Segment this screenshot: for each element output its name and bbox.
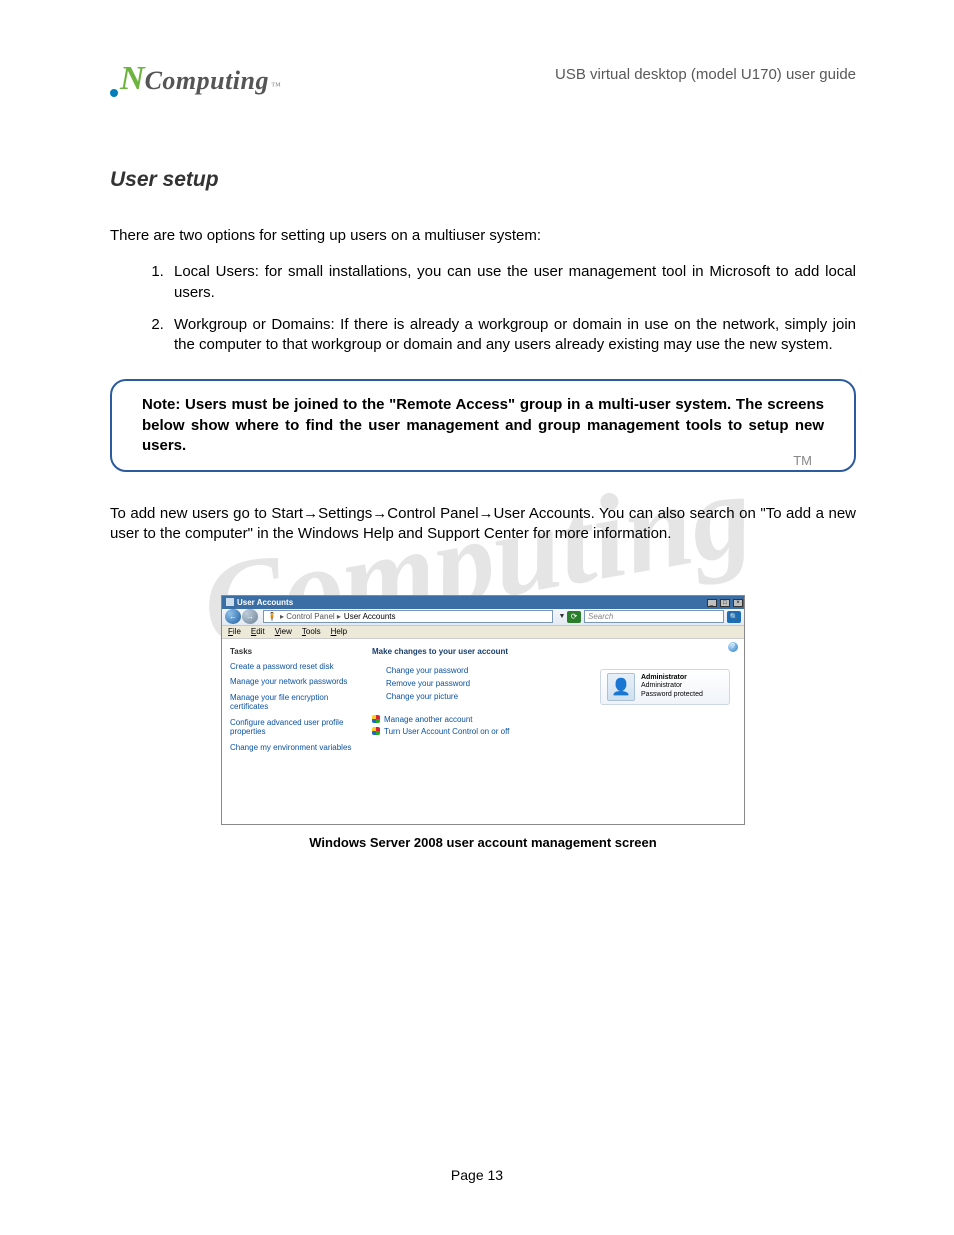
options-list: Local Users: for small installations, yo… bbox=[110, 262, 856, 355]
account-card[interactable]: 👤 Administrator Administrator Password p… bbox=[600, 669, 730, 705]
search-input[interactable]: Search bbox=[584, 610, 724, 623]
task-link[interactable]: Configure advanced user profile properti… bbox=[230, 718, 354, 737]
tasks-panel: Tasks Create a password reset disk Manag… bbox=[222, 639, 362, 824]
logo-tm: ™ bbox=[271, 81, 281, 92]
window-title: User Accounts bbox=[237, 598, 293, 607]
tasks-title: Tasks bbox=[230, 647, 354, 656]
search-go-button[interactable]: 🔍 bbox=[727, 611, 741, 623]
logo-n: N bbox=[120, 60, 145, 98]
logo: N Computing ™ bbox=[110, 60, 281, 98]
user-accounts-window: User Accounts _ □ × ← → 🧍 ▸ Control Pane… bbox=[221, 595, 745, 825]
action-link: Turn User Account Control on or off bbox=[384, 727, 509, 736]
back-button[interactable]: ← bbox=[225, 609, 241, 624]
page-number: Page 13 bbox=[0, 1167, 954, 1183]
maximize-button[interactable]: □ bbox=[720, 599, 730, 607]
task-link[interactable]: Create a password reset disk bbox=[230, 662, 354, 672]
list-item: Local Users: for small installations, yo… bbox=[168, 262, 856, 303]
main-panel: Make changes to your user account Change… bbox=[362, 639, 744, 824]
help-button[interactable]: ? bbox=[728, 642, 738, 652]
breadcrumb-icon: 🧍 bbox=[267, 612, 277, 621]
breadcrumb-current: User Accounts bbox=[344, 612, 396, 621]
task-link[interactable]: Manage your network passwords bbox=[230, 677, 354, 687]
followup-text: To add new users go to Start→Settings→Co… bbox=[110, 504, 856, 545]
avatar-icon: 👤 bbox=[607, 673, 635, 701]
breadcrumb[interactable]: 🧍 ▸ Control Panel ▸ User Accounts bbox=[263, 610, 553, 623]
shield-action-row[interactable]: Turn User Account Control on or off bbox=[372, 727, 734, 736]
shield-action-row[interactable]: Manage another account bbox=[372, 715, 734, 724]
task-link[interactable]: Change my environment variables bbox=[230, 743, 354, 753]
tm-mark: TM bbox=[793, 453, 812, 468]
menu-bar: File Edit View Tools Help bbox=[222, 626, 744, 639]
close-button[interactable]: × bbox=[733, 599, 743, 607]
history-dropdown[interactable]: ▼ bbox=[557, 610, 567, 623]
menu-help[interactable]: Help bbox=[331, 627, 347, 636]
section-title: User setup bbox=[110, 168, 856, 192]
action-link: Manage another account bbox=[384, 715, 473, 724]
address-bar: ← → 🧍 ▸ Control Panel ▸ User Accounts ▼ … bbox=[222, 609, 744, 626]
page-header: N Computing ™ USB virtual desktop (model… bbox=[110, 60, 856, 98]
shield-icon bbox=[372, 715, 380, 723]
forward-button[interactable]: → bbox=[242, 609, 258, 624]
minimize-button[interactable]: _ bbox=[707, 599, 717, 607]
menu-edit[interactable]: Edit bbox=[251, 627, 265, 636]
account-name: Administrator bbox=[641, 674, 703, 682]
logo-dot-icon bbox=[110, 89, 118, 97]
screenshot-caption: Windows Server 2008 user account managem… bbox=[110, 835, 856, 850]
window-content: ? Tasks Create a password reset disk Man… bbox=[222, 639, 744, 824]
note-text: Note: Users must be joined to the "Remot… bbox=[142, 395, 824, 456]
logo-text: Computing bbox=[145, 66, 269, 96]
refresh-button[interactable]: ⟳ bbox=[567, 611, 581, 623]
task-link[interactable]: Manage your file encryption certificates bbox=[230, 693, 354, 712]
titlebar[interactable]: User Accounts _ □ × bbox=[222, 596, 744, 609]
account-status: Password protected bbox=[641, 691, 703, 699]
breadcrumb-prefix: ▸ Control Panel ▸ bbox=[280, 612, 341, 621]
list-item: Workgroup or Domains: If there is alread… bbox=[168, 315, 856, 356]
note-box: Note: Users must be joined to the "Remot… bbox=[110, 379, 856, 472]
menu-view[interactable]: View bbox=[275, 627, 292, 636]
account-role: Administrator bbox=[641, 682, 703, 690]
shield-icon bbox=[372, 727, 380, 735]
menu-file[interactable]: File bbox=[228, 627, 241, 636]
window-icon bbox=[226, 598, 234, 606]
main-title: Make changes to your user account bbox=[372, 647, 734, 656]
menu-tools[interactable]: Tools bbox=[302, 627, 321, 636]
intro-text: There are two options for setting up use… bbox=[110, 226, 856, 246]
header-guide-title: USB virtual desktop (model U170) user gu… bbox=[555, 66, 856, 83]
